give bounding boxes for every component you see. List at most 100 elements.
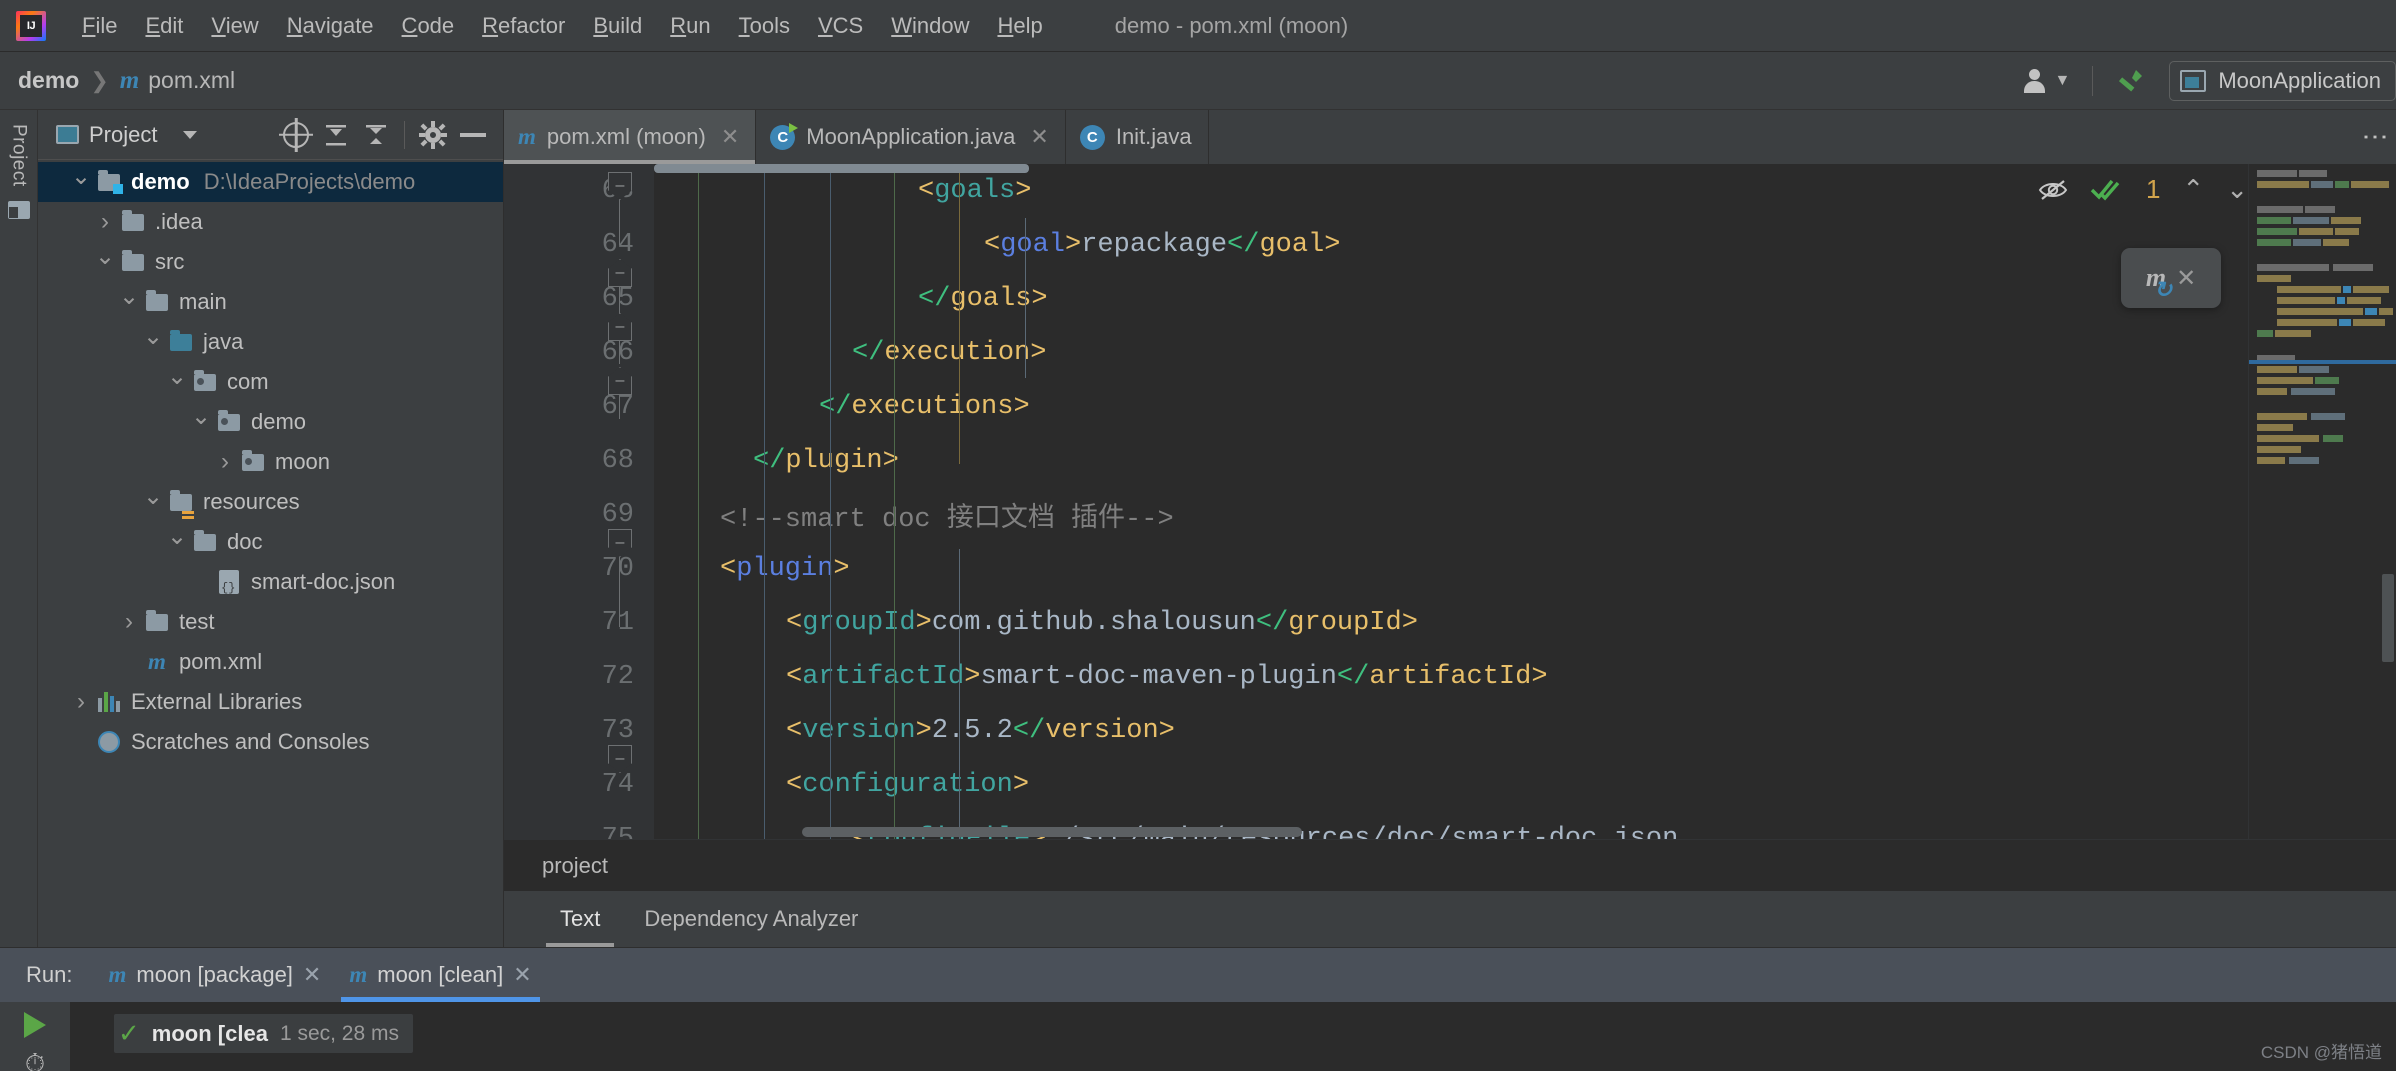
tree-node-java[interactable]: java: [38, 322, 503, 362]
tree-node-moon[interactable]: moon: [38, 442, 503, 482]
close-tab-icon[interactable]: ✕: [721, 124, 739, 150]
code-token: >: [1158, 716, 1175, 746]
menu-label: ools: [749, 12, 790, 38]
fold-marker-collapse[interactable]: –: [608, 172, 632, 200]
previous-problem-chevron-up-icon[interactable]: ⌃: [2182, 174, 2204, 205]
chevron-down-icon[interactable]: [140, 488, 166, 517]
menu-edit[interactable]: Edit: [131, 9, 197, 43]
editor-tab-init[interactable]: C Init.java: [1066, 110, 1209, 164]
hide-panel-button[interactable]: [453, 115, 493, 155]
editor-horizontal-scrollbar-thumb[interactable]: [802, 827, 1302, 837]
menu-tools[interactable]: Tools: [725, 9, 804, 43]
code-token: /: [1029, 716, 1046, 746]
fold-marker-collapse[interactable]: –: [608, 529, 632, 557]
editor-tab-pom[interactable]: m pom.xml (moon) ✕: [504, 110, 757, 164]
menu-code[interactable]: Code: [388, 9, 469, 43]
tree-node--idea[interactable]: .idea: [38, 202, 503, 242]
editor-bottom-tab-dependency-analyzer[interactable]: Dependency Analyzer: [622, 891, 880, 947]
build-project-button[interactable]: [2101, 66, 2159, 96]
account-button[interactable]: ▼: [2008, 68, 2084, 93]
chevron-right-icon[interactable]: [92, 208, 118, 236]
chevron-down-icon[interactable]: [164, 368, 190, 397]
close-tab-icon[interactable]: ✕: [303, 962, 321, 988]
code-token: <: [720, 554, 737, 584]
run-result-tree[interactable]: ✓ moon [clea 1 sec, 28 ms: [70, 1002, 2396, 1071]
run-result-node[interactable]: ✓ moon [clea 1 sec, 28 ms: [114, 1014, 413, 1053]
project-tree[interactable]: demo D:\IdeaProjects\demo.idea src main java…: [38, 160, 503, 947]
expand-all-button[interactable]: [316, 115, 356, 155]
chevron-down-icon[interactable]: [68, 168, 94, 197]
project-structure-icon[interactable]: [7, 200, 30, 219]
editor-top-scroll-indicator[interactable]: [654, 164, 1029, 173]
menu-vcs[interactable]: VCS: [804, 9, 877, 43]
run-tool-window: Run: m moon [package] ✕ m moon [clean] ✕ ⏱ ✓ …: [0, 947, 2396, 1071]
tree-node-com[interactable]: com: [38, 362, 503, 402]
editor-horizontal-scrollbar[interactable]: [654, 825, 2248, 839]
chevron-down-icon[interactable]: [140, 328, 166, 357]
scroll-from-source-button[interactable]: [276, 115, 316, 155]
tree-node-main[interactable]: main: [38, 282, 503, 322]
tree-node-resources[interactable]: resources: [38, 482, 503, 522]
breadcrumb-project[interactable]: demo: [18, 67, 79, 94]
error-stripe-minimap[interactable]: [2248, 164, 2396, 839]
maven-icon: m: [349, 962, 368, 987]
menu-navigate[interactable]: Navigate: [273, 9, 388, 43]
editor-gutter[interactable]: – – – – – – 63646566676869707172737475: [504, 164, 654, 839]
close-icon[interactable]: ✕: [2176, 264, 2196, 293]
person-icon: [2022, 68, 2046, 93]
run-tab-moon-package-[interactable]: m moon [package] ✕: [94, 948, 335, 1002]
stop-icon[interactable]: ⏱: [25, 1048, 45, 1071]
tool-window-button-project[interactable]: Project: [8, 124, 30, 187]
chevron-down-icon[interactable]: [92, 248, 118, 277]
tree-node-doc[interactable]: doc: [38, 522, 503, 562]
next-problem-chevron-down-icon[interactable]: ⌄: [2226, 174, 2248, 205]
chevron-right-icon[interactable]: [116, 608, 142, 636]
inspection-widget[interactable]: 1 ⌃ ⌄: [2038, 174, 2248, 205]
code-folding-column[interactable]: – – – – – –: [606, 164, 636, 839]
chevron-right-icon[interactable]: [212, 448, 238, 476]
tree-node-demo[interactable]: demo D:\IdeaProjects\demo: [38, 162, 503, 202]
code-editor[interactable]: < goals > < goal > repackage < / goal > < / goals > < / e…: [654, 164, 2248, 839]
tree-node-src[interactable]: src: [38, 242, 503, 282]
tree-node-test[interactable]: test: [38, 602, 503, 642]
breadcrumb-file[interactable]: pom.xml: [148, 67, 235, 94]
editor-bottom-tab-text[interactable]: Text: [538, 891, 622, 947]
fold-marker-collapse[interactable]: –: [608, 313, 632, 341]
tree-node-smart-doc-json[interactable]: smart-doc.json: [38, 562, 503, 602]
menu-run[interactable]: Run: [656, 9, 724, 43]
editor-vertical-scrollbar-thumb[interactable]: [2382, 574, 2394, 662]
fold-marker-collapse[interactable]: –: [608, 259, 632, 287]
maven-reload-popup[interactable]: m ↻ ✕: [2121, 248, 2221, 308]
run-tab-moon-clean-[interactable]: m moon [clean] ✕: [335, 948, 545, 1002]
editor-area: m pom.xml (moon) ✕ C MoonApplication.java ✕ C I…: [504, 110, 2396, 947]
view-chooser-chevron-down-icon[interactable]: [183, 130, 198, 139]
tree-node-demo[interactable]: demo: [38, 402, 503, 442]
chevron-right-icon[interactable]: [68, 688, 94, 716]
chevron-down-icon[interactable]: [188, 408, 214, 437]
editor-breadcrumb[interactable]: project: [504, 839, 2396, 891]
menu-refactor[interactable]: Refactor: [468, 9, 579, 43]
fold-marker-collapse[interactable]: –: [608, 367, 632, 395]
eye-off-icon[interactable]: [2038, 177, 2068, 203]
editor-tab-moonapplication[interactable]: C MoonApplication.java ✕: [756, 110, 1066, 164]
close-tab-icon[interactable]: ✕: [513, 962, 531, 988]
collapse-all-button[interactable]: [356, 115, 396, 155]
tree-node-scratches-and-consoles[interactable]: Scratches and Consoles: [38, 722, 503, 762]
menu-window[interactable]: Window: [877, 9, 983, 43]
tree-node-pom-xml[interactable]: m pom.xml: [38, 642, 503, 682]
run-configuration-selector[interactable]: MoonApplication: [2169, 60, 2396, 101]
menu-file[interactable]: File: [68, 9, 131, 43]
menu-build[interactable]: Build: [579, 9, 656, 43]
more-options-kebab-icon[interactable]: ⋮: [2361, 124, 2391, 150]
rerun-play-icon[interactable]: [24, 1012, 46, 1038]
menu-help[interactable]: Help: [983, 9, 1056, 43]
chevron-down-icon[interactable]: [116, 288, 142, 317]
close-tab-icon[interactable]: ✕: [1030, 124, 1048, 150]
menu-view[interactable]: View: [197, 9, 272, 43]
chevron-down-icon[interactable]: [164, 528, 190, 557]
minimap-code-block: [2257, 377, 2313, 384]
fold-marker-collapse[interactable]: –: [608, 745, 632, 773]
project-settings-button[interactable]: [413, 115, 453, 155]
run-result-duration: 1 sec, 28 ms: [279, 1021, 399, 1045]
tree-node-external-libraries[interactable]: External Libraries: [38, 682, 503, 722]
